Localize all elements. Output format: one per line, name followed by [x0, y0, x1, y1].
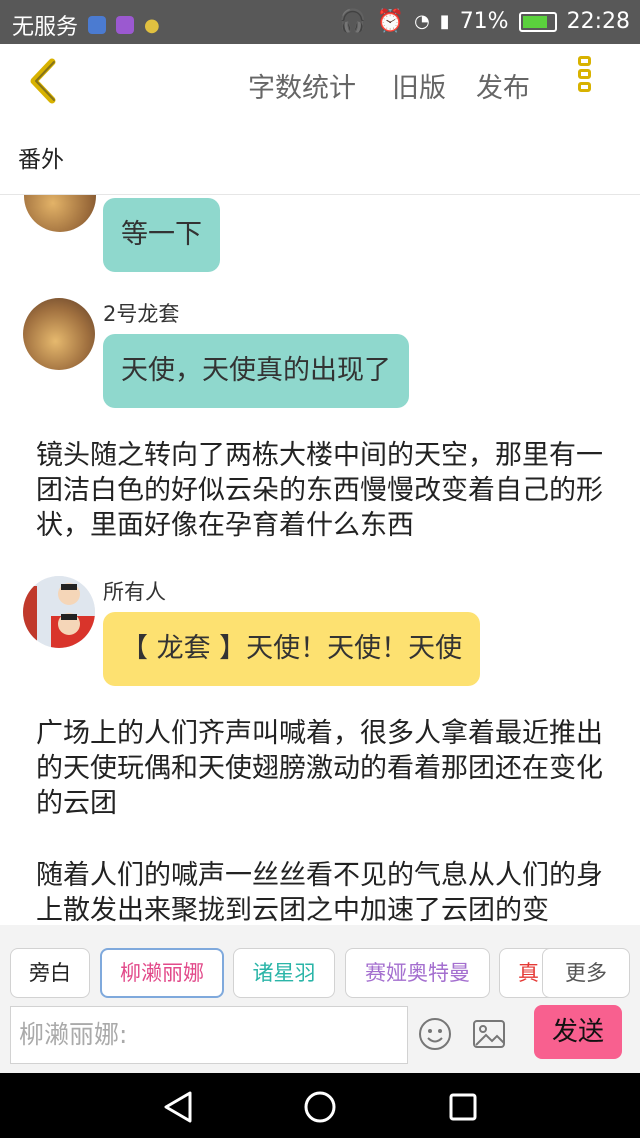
clock-text: 22:28: [566, 9, 630, 34]
nav-recents-icon[interactable]: [448, 1092, 478, 1122]
avatar[interactable]: [23, 576, 95, 648]
composer-panel: 旁白 柳濑丽娜 诸星羽 赛娅奥特曼 真 更多 柳濑丽娜: 发送: [0, 925, 640, 1073]
character-chip[interactable]: 诸星羽: [233, 948, 335, 998]
chapter-title[interactable]: 番外: [18, 140, 64, 174]
image-icon[interactable]: [472, 1019, 506, 1049]
publish-button[interactable]: 发布: [476, 66, 530, 105]
system-nav-bar: [0, 1073, 640, 1138]
more-characters-button[interactable]: 更多: [542, 948, 630, 998]
character-chip[interactable]: 旁白: [10, 948, 90, 998]
word-count-button[interactable]: 字数统计: [248, 66, 356, 105]
sender-name: 所有人: [103, 580, 166, 604]
status-bar: 无服务 ● 🎧 ⏰ ◔ ▮ 71% 22:28: [0, 0, 640, 44]
character-chip[interactable]: 赛娅奥特曼: [345, 948, 490, 998]
message-bubble[interactable]: 等一下: [103, 198, 220, 272]
narration-text[interactable]: 镜头随之转向了两栋大楼中间的天空，那里有一团洁白色的好似云朵的东西慢慢改变着自己…: [36, 438, 616, 543]
sim-icon: ▮: [439, 11, 450, 32]
battery-percent: 71%: [459, 9, 509, 34]
message-bubble[interactable]: 【 龙套 】天使！天使！天使: [103, 612, 481, 686]
narration-text[interactable]: 随着人们的喊声一丝丝看不见的气息从人们的身上散发出来聚拢到云团之中加速了云团的变: [36, 858, 616, 925]
gallery-icon: [116, 16, 135, 34]
battery-icon: [518, 11, 557, 32]
top-toolbar: 字数统计 旧版 发布: [0, 44, 640, 124]
avatar[interactable]: [24, 195, 96, 232]
send-button[interactable]: 发送: [534, 1005, 622, 1059]
message-bubble[interactable]: 天使，天使真的出现了: [103, 334, 409, 408]
carrier-text: 无服务: [12, 15, 79, 40]
old-version-button[interactable]: 旧版: [392, 66, 446, 105]
nav-back-icon[interactable]: [162, 1090, 194, 1124]
nav-home-icon[interactable]: [303, 1090, 337, 1124]
emoji-icon[interactable]: [418, 1017, 452, 1051]
more-menu-icon[interactable]: [578, 56, 598, 106]
headphone-icon: 🎧: [339, 9, 367, 34]
message-row: 等一下: [0, 195, 640, 285]
wifi-icon: ◔: [414, 11, 430, 32]
back-icon[interactable]: [24, 58, 64, 104]
avatar[interactable]: [23, 298, 95, 370]
character-chip-selected[interactable]: 柳濑丽娜: [100, 948, 224, 998]
sender-name: 2号龙套: [103, 302, 180, 326]
message-input[interactable]: 柳濑丽娜:: [10, 1006, 408, 1064]
bulb-icon: ●: [144, 14, 160, 36]
alarm-icon: ⏰: [376, 9, 405, 34]
narration-text[interactable]: 广场上的人们齐声叫喊着，很多人拿着最近推出的天使玩偶和天使翅膀激动的看着那团还在…: [36, 716, 616, 821]
character-selector: 旁白 柳濑丽娜 诸星羽 赛娅奥特曼 真 更多: [0, 925, 640, 1005]
app-k-icon: [88, 16, 107, 34]
